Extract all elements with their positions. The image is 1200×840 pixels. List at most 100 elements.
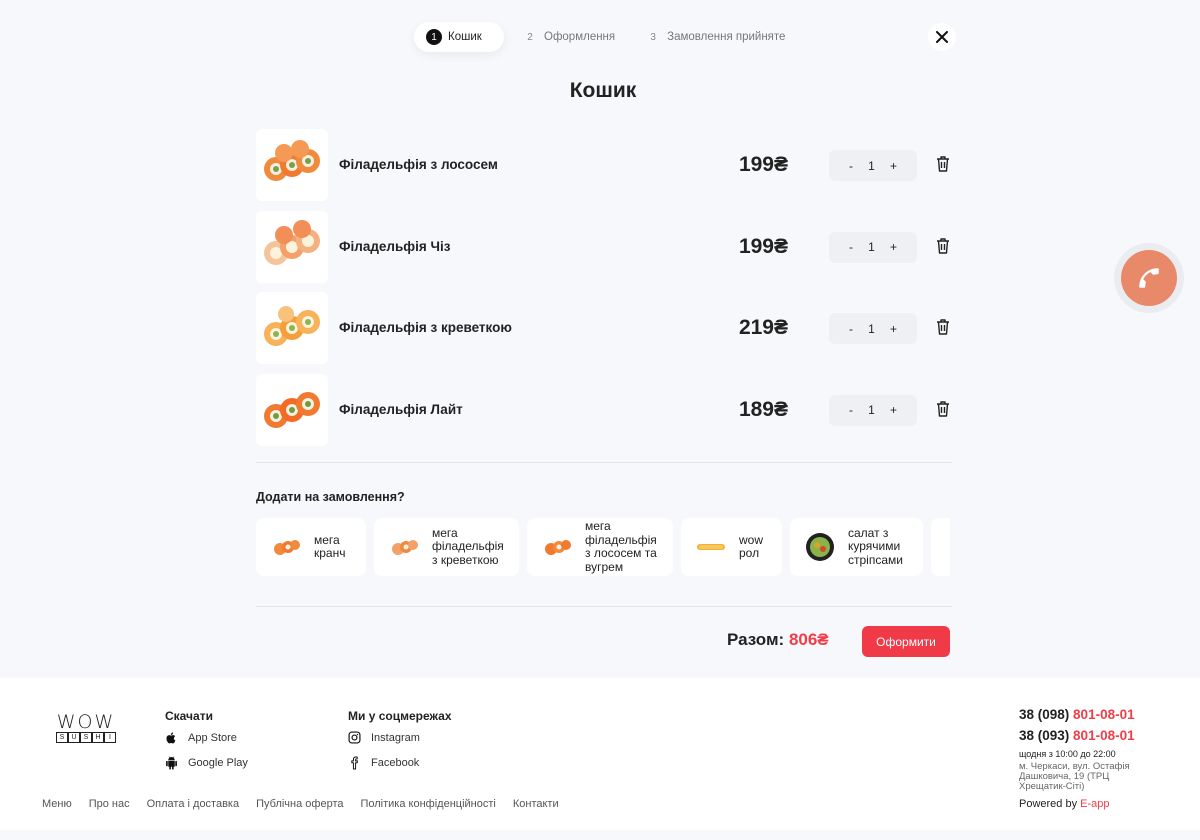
product-price: 199₴: [738, 153, 788, 176]
trash-icon[interactable]: [936, 400, 950, 417]
product-price: 219₴: [738, 316, 788, 339]
powered-brand: E-app: [1080, 798, 1110, 810]
quantity-value: 1: [868, 403, 875, 417]
addon-card[interactable]: мега філадельфія з лососем та вугрем: [527, 518, 673, 576]
decrease-button[interactable]: -: [849, 403, 853, 417]
step-label: Оформлення: [544, 31, 616, 43]
logo-letter: U: [68, 732, 80, 743]
powered-by[interactable]: Powered by E-app: [1019, 798, 1110, 810]
trash-icon[interactable]: [936, 319, 950, 335]
checkout-button[interactable]: Оформити: [862, 626, 950, 657]
quantity-stepper: - 1 +: [829, 231, 917, 263]
order-total: Разом: 806₴: [727, 630, 829, 650]
addon-card[interactable]: wow рол: [681, 518, 782, 576]
product-price: 199₴: [738, 234, 788, 258]
product-price: 189₴: [738, 397, 788, 421]
call-button[interactable]: [1114, 243, 1184, 313]
step-checkout[interactable]: 2 Оформлення: [510, 22, 627, 52]
step-label: Замовлення прийняте: [667, 31, 786, 43]
decrease-button[interactable]: -: [849, 322, 853, 336]
step-cart[interactable]: 1 Кошик: [414, 22, 504, 52]
cart-item: Філадельфія Лайт 189₴ - 1 +: [256, 373, 952, 456]
facebook-link[interactable]: Facebook: [348, 756, 419, 770]
trash-icon[interactable]: [936, 156, 950, 172]
quantity-value: 1: [868, 240, 875, 254]
quantity-stepper: - 1 +: [829, 394, 917, 426]
android-icon: [166, 756, 177, 770]
footer-link-menu[interactable]: Меню: [42, 798, 72, 810]
addon-image: [806, 533, 834, 561]
logo-letter: I: [104, 732, 116, 743]
cart-item: Філадельфія Чіз 199₴ - 1 +: [256, 210, 952, 293]
address: м. Черкаси, вул. Остафія Дашковича, 19 (…: [1019, 761, 1130, 792]
apple-icon: [166, 732, 176, 744]
phone-number[interactable]: 38 (098) 801-08-01: [1019, 707, 1135, 722]
product-image[interactable]: [256, 373, 328, 446]
download-title: Скачати: [165, 709, 213, 723]
quantity-stepper: - 1 +: [829, 150, 917, 181]
sushi-roll-image: [264, 391, 320, 428]
close-button[interactable]: [928, 23, 956, 51]
increase-button[interactable]: +: [890, 322, 897, 336]
facebook-label: Facebook: [371, 757, 420, 769]
sushi-roll-image: [264, 306, 320, 346]
product-name[interactable]: Філадельфія з лососем: [339, 157, 498, 172]
addon-card[interactable]: мега кранч: [256, 518, 366, 576]
addon-card-partial[interactable]: [931, 518, 950, 576]
instagram-label: Instagram: [371, 731, 420, 744]
instagram-link[interactable]: Instagram: [348, 731, 420, 744]
phone-icon: [1139, 268, 1159, 288]
working-hours: щодня з 10:00 до 22:00: [1019, 749, 1116, 759]
increase-button[interactable]: +: [890, 403, 897, 417]
addon-name: салат з курячими стріпсами: [848, 525, 903, 567]
social-title: Ми у соцмережах: [348, 709, 452, 723]
footer-link-payment-delivery[interactable]: Оплата і доставка: [147, 798, 239, 810]
sushi-roll-image: [264, 140, 320, 181]
addon-image: [945, 531, 950, 563]
logo[interactable]: WOW S U S H I: [51, 711, 121, 743]
facebook-icon: [351, 756, 358, 770]
addon-card[interactable]: салат з курячими стріпсами: [790, 518, 923, 576]
quantity-value: 1: [868, 158, 875, 173]
step-order-accepted[interactable]: 3 Замовлення прийняте: [633, 22, 797, 52]
addon-image: [697, 544, 725, 550]
product-name[interactable]: Філадельфія з креветкою: [339, 320, 512, 335]
product-image[interactable]: [256, 210, 328, 283]
product-image[interactable]: [256, 129, 328, 201]
google-play-link[interactable]: Google Play: [165, 756, 248, 770]
logo-letter: S: [56, 732, 68, 743]
quantity-stepper: - 1 +: [829, 313, 917, 344]
addon-name: wow рол: [739, 532, 764, 560]
logo-wordmark: WOW: [56, 711, 116, 733]
footer-link-contacts[interactable]: Контакти: [513, 798, 559, 810]
app-store-link[interactable]: App Store: [165, 731, 237, 745]
increase-button[interactable]: +: [890, 159, 897, 173]
decrease-button[interactable]: -: [849, 240, 853, 254]
trash-icon[interactable]: [936, 237, 950, 254]
instagram-icon: [348, 731, 361, 744]
quantity-value: 1: [868, 321, 875, 336]
product-name[interactable]: Філадельфія Чіз: [339, 239, 450, 254]
cart-list: Філадельфія з лососем 199₴ - 1 + Філадел…: [256, 129, 952, 455]
addon-image: [545, 540, 571, 555]
decrease-button[interactable]: -: [849, 159, 853, 173]
addons-carousel[interactable]: мега кранч мега філадельфія з креветкою …: [256, 518, 950, 578]
google-play-label: Google Play: [188, 757, 248, 769]
addon-image: [274, 540, 300, 555]
phone-prefix: 38 (098): [1019, 707, 1074, 722]
footer-link-privacy[interactable]: Політика конфіденційності: [360, 798, 495, 810]
phone-number[interactable]: 38 (093) 801-08-01: [1019, 728, 1135, 743]
logo-sushi: S U S H I: [51, 732, 121, 743]
addon-card[interactable]: мега філадельфія з креветкою: [374, 518, 519, 576]
addon-name: мега кранч: [314, 532, 346, 560]
cart-item: Філадельфія з лососем 199₴ - 1 +: [256, 129, 952, 211]
product-image[interactable]: [256, 292, 328, 364]
product-name[interactable]: Філадельфія Лайт: [339, 402, 463, 417]
footer-link-public-offer[interactable]: Публічна оферта: [256, 798, 343, 810]
total-value: 806₴: [788, 630, 829, 649]
powered-label: Powered by: [1019, 798, 1081, 810]
step-label: Кошик: [448, 31, 482, 43]
increase-button[interactable]: +: [890, 240, 897, 254]
footer-link-about[interactable]: Про нас: [89, 798, 130, 810]
footer-nav: Меню Про нас Оплата і доставка Публічна …: [42, 798, 576, 810]
